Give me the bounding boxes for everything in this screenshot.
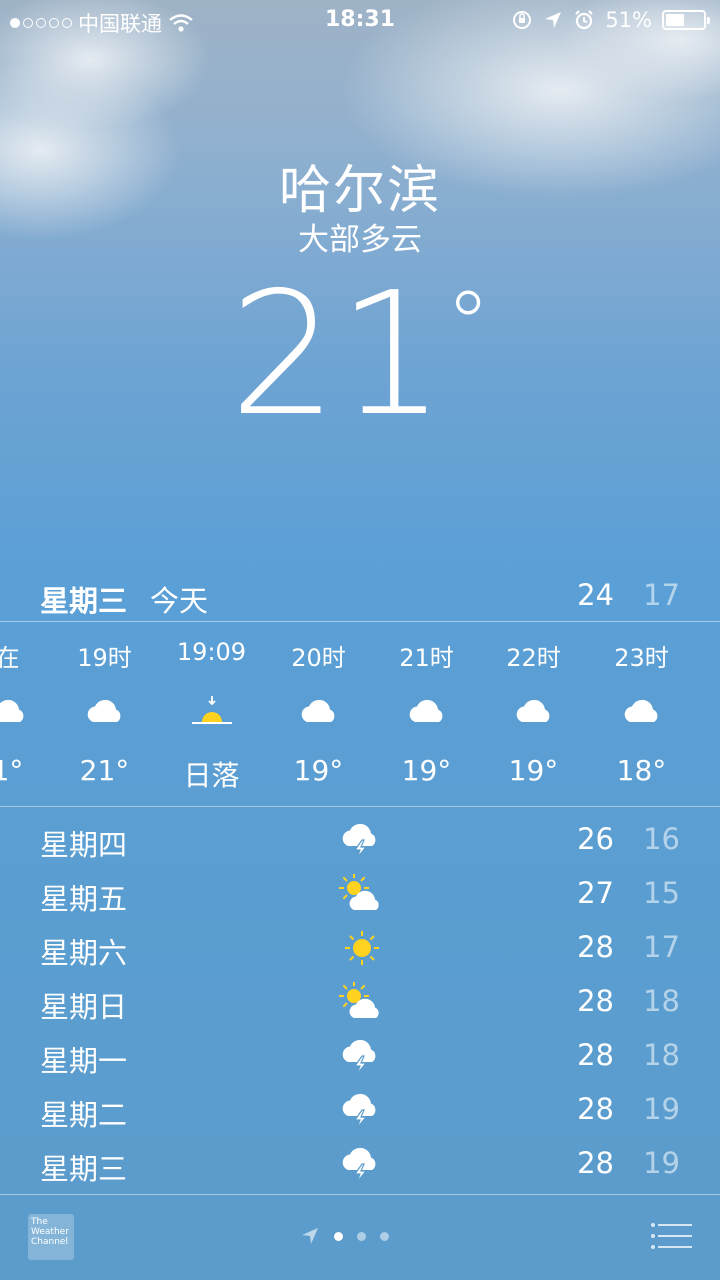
page-dot[interactable] <box>334 1231 343 1241</box>
day-high: 28 <box>577 984 614 1018</box>
partly-sunny-icon <box>336 873 384 914</box>
day-low: 17 <box>643 930 680 964</box>
today-high: 24 <box>577 578 614 612</box>
city-name: 哈尔滨 <box>278 161 441 221</box>
cloud-icon <box>51 692 158 728</box>
hour-label: 23时 <box>614 644 669 672</box>
page-dot[interactable] <box>380 1231 389 1241</box>
current-temperature: 21° <box>229 256 491 454</box>
hourly-item: 19:09 日落 <box>158 622 265 806</box>
daily-row: 星期四 26 16 <box>0 814 720 868</box>
day-low: 19 <box>643 1146 680 1180</box>
day-name: 星期二 <box>40 1098 128 1132</box>
divider <box>0 1194 720 1195</box>
day-name: 星期六 <box>40 936 128 970</box>
battery-icon <box>662 10 710 30</box>
day-high: 28 <box>577 1038 614 1072</box>
day-low: 18 <box>643 1038 680 1072</box>
hour-label: 21时 <box>399 644 454 672</box>
divider <box>0 806 720 807</box>
daily-row: 星期日 28 18 <box>0 976 720 1030</box>
hourly-forecast[interactable]: 在 1° 19时 21° 19:09 日落 20时 19° 21时 19° 22时 19° 23时 18° <box>0 622 720 806</box>
day-name: 星期三 <box>40 1152 128 1186</box>
page-indicator[interactable] <box>300 1226 389 1246</box>
day-high: 28 <box>577 1092 614 1126</box>
cloud-icon <box>373 692 480 728</box>
hour-temperature: 19° <box>293 754 344 787</box>
hour-temperature: 19° <box>401 754 452 787</box>
thunderstorm-icon <box>336 820 384 860</box>
page-dot[interactable] <box>357 1231 366 1241</box>
hour-temperature: 18° <box>616 754 667 787</box>
day-name: 星期日 <box>40 990 128 1024</box>
daily-row: 星期六 28 17 <box>0 922 720 976</box>
city-list-icon[interactable] <box>650 1222 692 1250</box>
daily-forecast[interactable]: 星期四 26 16 星期五 27 15 星期六 28 17 星期日 28 18 星期一 28 18 星期二 28… <box>0 814 720 1192</box>
sun-icon <box>336 928 384 968</box>
daily-row: 星期五 27 15 <box>0 868 720 922</box>
cloud-icon <box>480 692 587 728</box>
day-high: 28 <box>577 930 614 964</box>
daily-row: 星期一 28 18 <box>0 1030 720 1084</box>
day-high: 27 <box>577 876 614 910</box>
partly-sunny-icon <box>336 981 384 1022</box>
hourly-item: 19时 21° <box>51 622 158 806</box>
thunderstorm-icon <box>336 1036 384 1076</box>
day-name: 星期五 <box>40 882 128 916</box>
day-low: 18 <box>643 984 680 1018</box>
hour-label: 22时 <box>506 644 561 672</box>
day-high: 26 <box>577 822 614 856</box>
hour-label: 19:09 <box>176 638 247 666</box>
weather-condition: 大部多云 <box>298 222 422 258</box>
day-high: 28 <box>577 1146 614 1180</box>
hour-temperature: 19° <box>508 754 559 787</box>
day-low: 16 <box>643 822 680 856</box>
weather-channel-logo[interactable]: The Weather Channel <box>28 1214 74 1260</box>
hour-label: 20时 <box>291 644 346 672</box>
battery-percent: 51% <box>605 8 652 32</box>
cloud-icon <box>265 692 372 728</box>
location-arrow-icon <box>545 12 562 28</box>
day-name: 星期四 <box>40 828 128 862</box>
today-day: 星期三 <box>40 584 128 618</box>
hour-temperature: 日落 <box>183 759 240 792</box>
hour-temperature: 21° <box>79 754 130 787</box>
hourly-item: 23时 18° <box>588 622 695 806</box>
orientation-lock-icon <box>513 11 532 29</box>
today-low: 17 <box>643 578 680 612</box>
alarm-icon <box>575 10 594 30</box>
sunset-icon <box>158 692 265 728</box>
hour-label: 19时 <box>77 644 132 672</box>
thunderstorm-icon <box>336 1144 384 1184</box>
day-low: 19 <box>643 1092 680 1126</box>
daily-row: 星期二 28 19 <box>0 1084 720 1138</box>
hourly-item: 22时 19° <box>480 622 587 806</box>
daily-row: 星期三 28 19 <box>0 1138 720 1192</box>
thunderstorm-icon <box>336 1090 384 1130</box>
cloud-icon <box>588 692 695 728</box>
day-name: 星期一 <box>40 1044 128 1078</box>
today-summary: 星期三 今天 24 17 <box>0 572 720 620</box>
location-arrow-icon <box>302 1228 318 1244</box>
hourly-item: 21时 19° <box>373 622 480 806</box>
hourly-item: 20时 19° <box>265 622 372 806</box>
today-label: 今天 <box>150 584 209 618</box>
day-low: 15 <box>643 876 680 910</box>
status-bar: 中国联通 18:31 51% <box>0 0 720 40</box>
bottom-toolbar: The Weather Channel <box>0 1196 720 1280</box>
